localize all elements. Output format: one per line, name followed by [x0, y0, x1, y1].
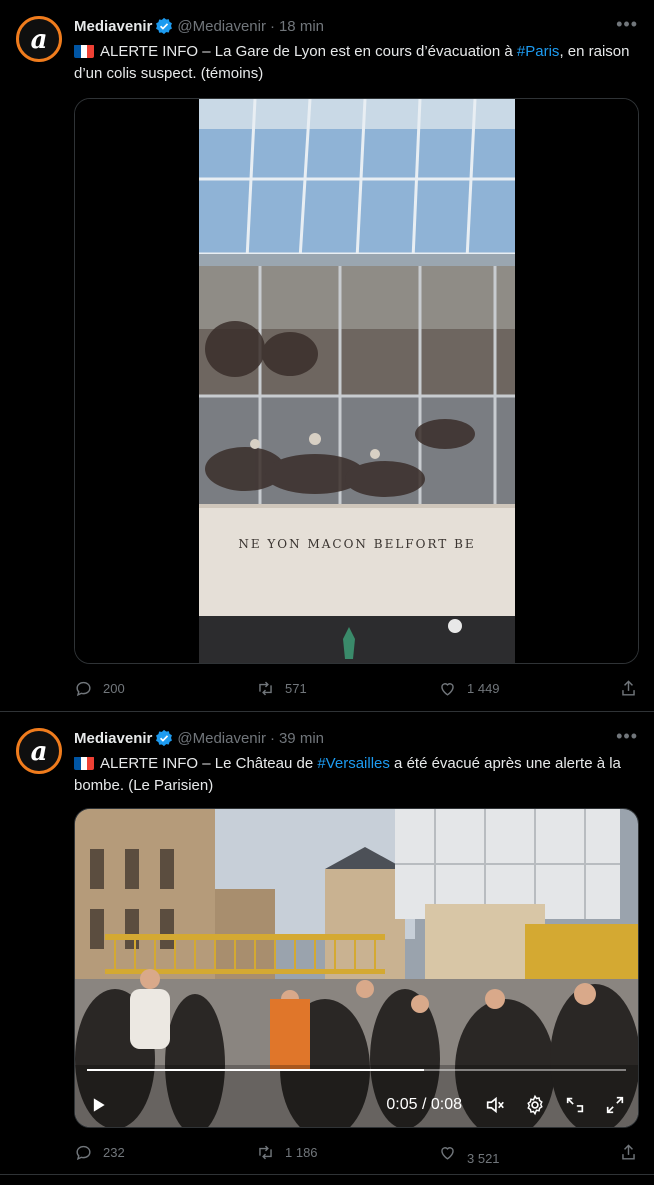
- settings-gear-icon[interactable]: [524, 1094, 546, 1116]
- more-options-icon[interactable]: •••: [616, 726, 638, 747]
- station-sign-text: NE YON MACON BELFORT BE: [238, 537, 475, 551]
- timestamp[interactable]: 39 min: [279, 730, 324, 747]
- hashtag-link[interactable]: #Versailles: [317, 755, 390, 772]
- reply-icon: [76, 681, 91, 696]
- hashtag-link[interactable]: #Paris: [517, 43, 560, 60]
- retweet-button[interactable]: 571: [256, 679, 307, 698]
- author-name[interactable]: Mediavenir: [74, 730, 152, 747]
- video-time: 0:05 / 0:08: [386, 1096, 462, 1113]
- share-button[interactable]: [619, 1143, 638, 1162]
- tweet-text: ALERTE INFO – Le Château de #Versailles …: [74, 753, 632, 797]
- separator-dot: ·: [269, 17, 275, 35]
- author-name[interactable]: Mediavenir: [74, 18, 152, 35]
- svg-text:a: a: [31, 737, 48, 766]
- share-icon: [622, 679, 635, 696]
- reply-button[interactable]: 232: [74, 1143, 125, 1162]
- separator-dot: ·: [269, 729, 275, 747]
- retweet-icon: [259, 681, 272, 695]
- tweet-text-start: ALERTE INFO – Le Château de: [100, 755, 318, 772]
- france-flag-icon: [74, 756, 94, 770]
- svg-text:a: a: [31, 25, 48, 54]
- video-frame-gare-de-lyon: NE YON MACON BELFORT BE: [75, 99, 638, 663]
- video-controls: 0:05 / 0:08: [75, 1063, 638, 1127]
- fullscreen-icon[interactable]: [604, 1094, 626, 1116]
- share-button[interactable]: [619, 679, 638, 698]
- video-progress-fill: [87, 1069, 424, 1071]
- tweet-header: Mediavenir @Mediavenir · 18 min •••: [74, 14, 638, 36]
- more-options-icon[interactable]: •••: [616, 14, 638, 35]
- author-handle[interactable]: @Mediavenir: [177, 18, 266, 35]
- mediavenir-logo-icon: a: [31, 25, 48, 54]
- avatar[interactable]: a: [16, 16, 62, 62]
- like-count: 1 449: [467, 680, 500, 696]
- picture-in-picture-icon[interactable]: [564, 1094, 586, 1116]
- video-right-controls: [484, 1094, 626, 1116]
- like-count: 3 521: [467, 1150, 500, 1166]
- tweet-video[interactable]: NE YON MACON BELFORT BE: [74, 98, 639, 664]
- verified-badge-icon: [156, 17, 173, 35]
- mute-icon[interactable]: [484, 1094, 506, 1116]
- like-button[interactable]: 3 521: [438, 1143, 500, 1166]
- retweet-count: 1 186: [285, 1144, 318, 1160]
- author-handle[interactable]: @Mediavenir: [177, 730, 266, 747]
- tweet-header: Mediavenir @Mediavenir · 39 min •••: [74, 726, 638, 748]
- video-progress-bar[interactable]: [87, 1069, 626, 1071]
- retweet-icon: [259, 1145, 272, 1159]
- avatar[interactable]: a: [16, 728, 62, 774]
- timestamp[interactable]: 18 min: [279, 18, 324, 35]
- reply-button[interactable]: 200: [74, 679, 125, 698]
- share-icon: [622, 1143, 635, 1160]
- retweet-count: 571: [285, 680, 307, 696]
- tweet-actions: 200 571 1 449: [74, 678, 638, 698]
- like-button[interactable]: 1 449: [438, 679, 500, 698]
- mediavenir-logo-icon: a: [31, 737, 48, 766]
- france-flag-icon: [74, 44, 94, 58]
- tweet-actions: 232 1 186 3 521: [74, 1142, 638, 1166]
- tweet-text-start: ALERTE INFO – La Gare de Lyon est en cou…: [100, 43, 517, 60]
- tweet-text: ALERTE INFO – La Gare de Lyon est en cou…: [74, 41, 632, 85]
- tweet[interactable]: a Mediavenir @Mediavenir · 18 min ••• AL…: [0, 0, 654, 712]
- tweet[interactable]: a Mediavenir @Mediavenir · 39 min ••• AL…: [0, 712, 654, 1175]
- reply-count: 232: [103, 1144, 125, 1160]
- retweet-button[interactable]: 1 186: [256, 1143, 318, 1162]
- reply-count: 200: [103, 680, 125, 696]
- heart-icon: [441, 682, 454, 696]
- tweet-video[interactable]: 0:05 / 0:08: [74, 808, 639, 1128]
- heart-icon: [441, 1146, 454, 1160]
- verified-badge-icon: [156, 729, 173, 747]
- play-icon[interactable]: [87, 1094, 109, 1116]
- reply-icon: [76, 1145, 91, 1160]
- video-control-row: 0:05 / 0:08: [87, 1093, 626, 1117]
